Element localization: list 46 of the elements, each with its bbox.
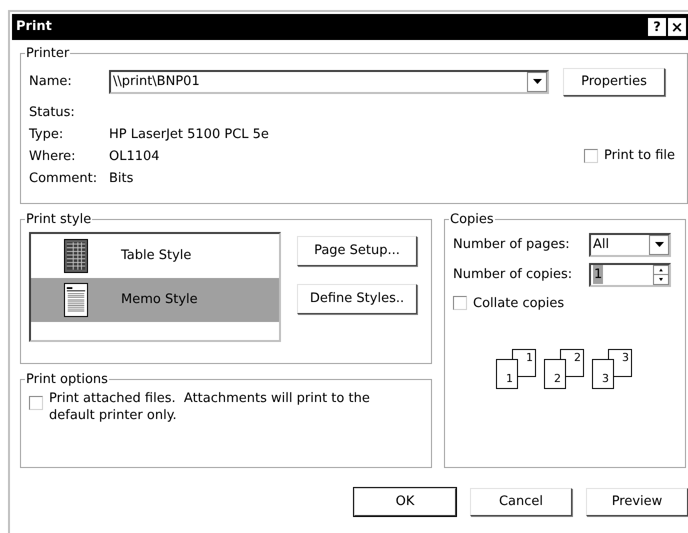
info-label: Comment: [29, 170, 98, 188]
table-icon [64, 238, 88, 272]
group-label: Print style [25, 211, 92, 229]
dialog-button[interactable]: Cancel [470, 488, 572, 516]
field-label: Name: [29, 72, 73, 91]
window-title: Print [16, 18, 52, 36]
field-label: Number of copies: [453, 266, 574, 284]
checkbox[interactable] [453, 296, 467, 310]
dialog-button[interactable]: Preview [586, 488, 688, 516]
spinner-value: 1 [593, 264, 604, 284]
style-label: Table Style [121, 246, 192, 265]
style-button[interactable]: Define Styles.. [297, 284, 417, 314]
pages-dropdown[interactable]: All [589, 232, 671, 256]
info-value: HP LaserJet 5100 PCL 5e [109, 126, 269, 144]
caret-icon [532, 79, 542, 84]
info-label: Status: [29, 104, 76, 122]
close-button[interactable]: × [668, 18, 686, 36]
info-value: OL1104 [109, 148, 160, 166]
checkbox-label: Print to file [604, 147, 675, 165]
style-item[interactable]: Memo Style [31, 278, 279, 322]
copies-spinner[interactable]: 1 [589, 262, 671, 286]
checkbox-label: Print attached files. Attachments will print to the default printer only. [49, 390, 371, 424]
group-label: Copies [449, 211, 495, 229]
help-button[interactable]: ? [648, 18, 666, 36]
info-value: Bits [109, 170, 134, 188]
front-page: 3 [592, 359, 614, 389]
checkbox[interactable] [29, 396, 43, 410]
spin-buttons[interactable] [653, 264, 669, 284]
dropdown-value: All [593, 236, 610, 254]
group-label: Print options [25, 371, 109, 389]
front-page: 2 [544, 359, 566, 389]
style-button[interactable]: Page Setup... [297, 236, 417, 266]
info-label: Type: [29, 126, 64, 144]
dropdown-value: \\print\BNP01 [113, 72, 200, 91]
properties-button[interactable]: Properties [563, 68, 665, 96]
printer-dropdown[interactable]: \\print\BNP01 [109, 70, 549, 94]
document-icon [64, 282, 88, 316]
checkbox[interactable] [584, 148, 598, 163]
checkbox-label: Collate copies [473, 294, 564, 312]
style-label: Memo Style [121, 290, 198, 309]
dialog-button[interactable]: OK [354, 488, 456, 516]
info-label: Where: [29, 148, 77, 166]
field-label: Number of pages: [453, 236, 571, 254]
group-label: Printer [25, 45, 70, 63]
caret-icon [654, 242, 664, 247]
front-page: 1 [496, 359, 518, 389]
